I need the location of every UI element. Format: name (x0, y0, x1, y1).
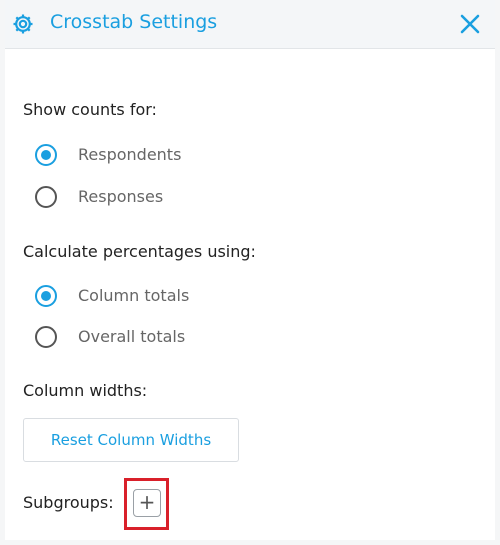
percentages-label: Calculate percentages using: (23, 242, 256, 261)
radio-label: Respondents (78, 145, 182, 164)
radio-unchecked-icon[interactable] (35, 186, 57, 208)
radio-label: Overall totals (78, 327, 186, 346)
gear-icon (13, 14, 33, 34)
radio-label: Responses (78, 187, 164, 206)
close-icon[interactable] (458, 12, 482, 36)
radio-responses[interactable]: Responses (35, 186, 335, 212)
crosstab-settings-panel: Crosstab Settings Show counts for: Respo… (5, 0, 495, 540)
reset-column-widths-button[interactable]: Reset Column Widths (23, 418, 239, 462)
radio-checked-icon[interactable] (35, 285, 57, 307)
add-subgroup-button[interactable]: + (133, 489, 161, 517)
panel-header: Crosstab Settings (5, 0, 495, 49)
plus-icon: + (138, 490, 156, 514)
radio-column-totals[interactable]: Column totals (35, 285, 335, 311)
panel-title: Crosstab Settings (50, 11, 218, 33)
column-widths-label: Column widths: (23, 381, 148, 400)
radio-respondents[interactable]: Respondents (35, 144, 335, 170)
radio-unchecked-icon[interactable] (35, 326, 57, 348)
reset-button-label: Reset Column Widths (50, 431, 212, 449)
radio-overall-totals[interactable]: Overall totals (35, 326, 335, 352)
radio-checked-icon[interactable] (35, 144, 57, 166)
show-counts-label: Show counts for: (23, 100, 157, 119)
subgroups-label: Subgroups: (23, 493, 114, 512)
radio-label: Column totals (78, 286, 190, 305)
